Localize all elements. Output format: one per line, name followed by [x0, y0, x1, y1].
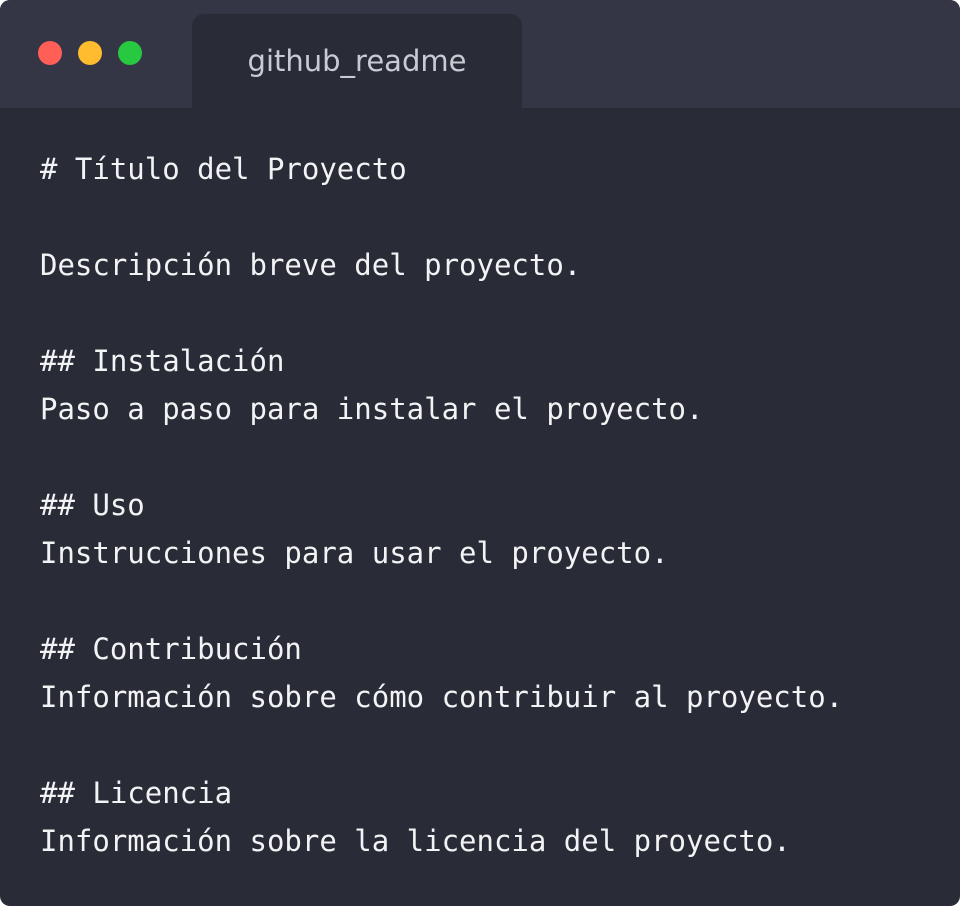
code-editor[interactable]: # Título del Proyecto Descripción breve … [40, 145, 940, 865]
code-line: Descripción breve del proyecto. [40, 248, 582, 282]
editor-window: github_readme # Título del Proyecto Desc… [0, 0, 960, 906]
code-line: ## Contribución [40, 632, 302, 666]
code-line: Información sobre cómo contribuir al pro… [40, 680, 844, 714]
code-line: Información sobre la licencia del proyec… [40, 824, 791, 858]
code-line: ## Uso [40, 488, 145, 522]
zoom-window-button[interactable] [118, 41, 142, 65]
file-tab[interactable]: github_readme [192, 14, 522, 108]
code-line: Paso a paso para instalar el proyecto. [40, 392, 704, 426]
code-line: # Título del Proyecto [40, 152, 407, 186]
code-line: Instrucciones para usar el proyecto. [40, 536, 669, 570]
file-tab-label: github_readme [247, 44, 467, 78]
code-line: ## Instalación [40, 344, 285, 378]
code-line: ## Licencia [40, 776, 233, 810]
close-window-button[interactable] [38, 41, 62, 65]
title-bar: github_readme [0, 0, 960, 108]
minimize-window-button[interactable] [78, 41, 102, 65]
